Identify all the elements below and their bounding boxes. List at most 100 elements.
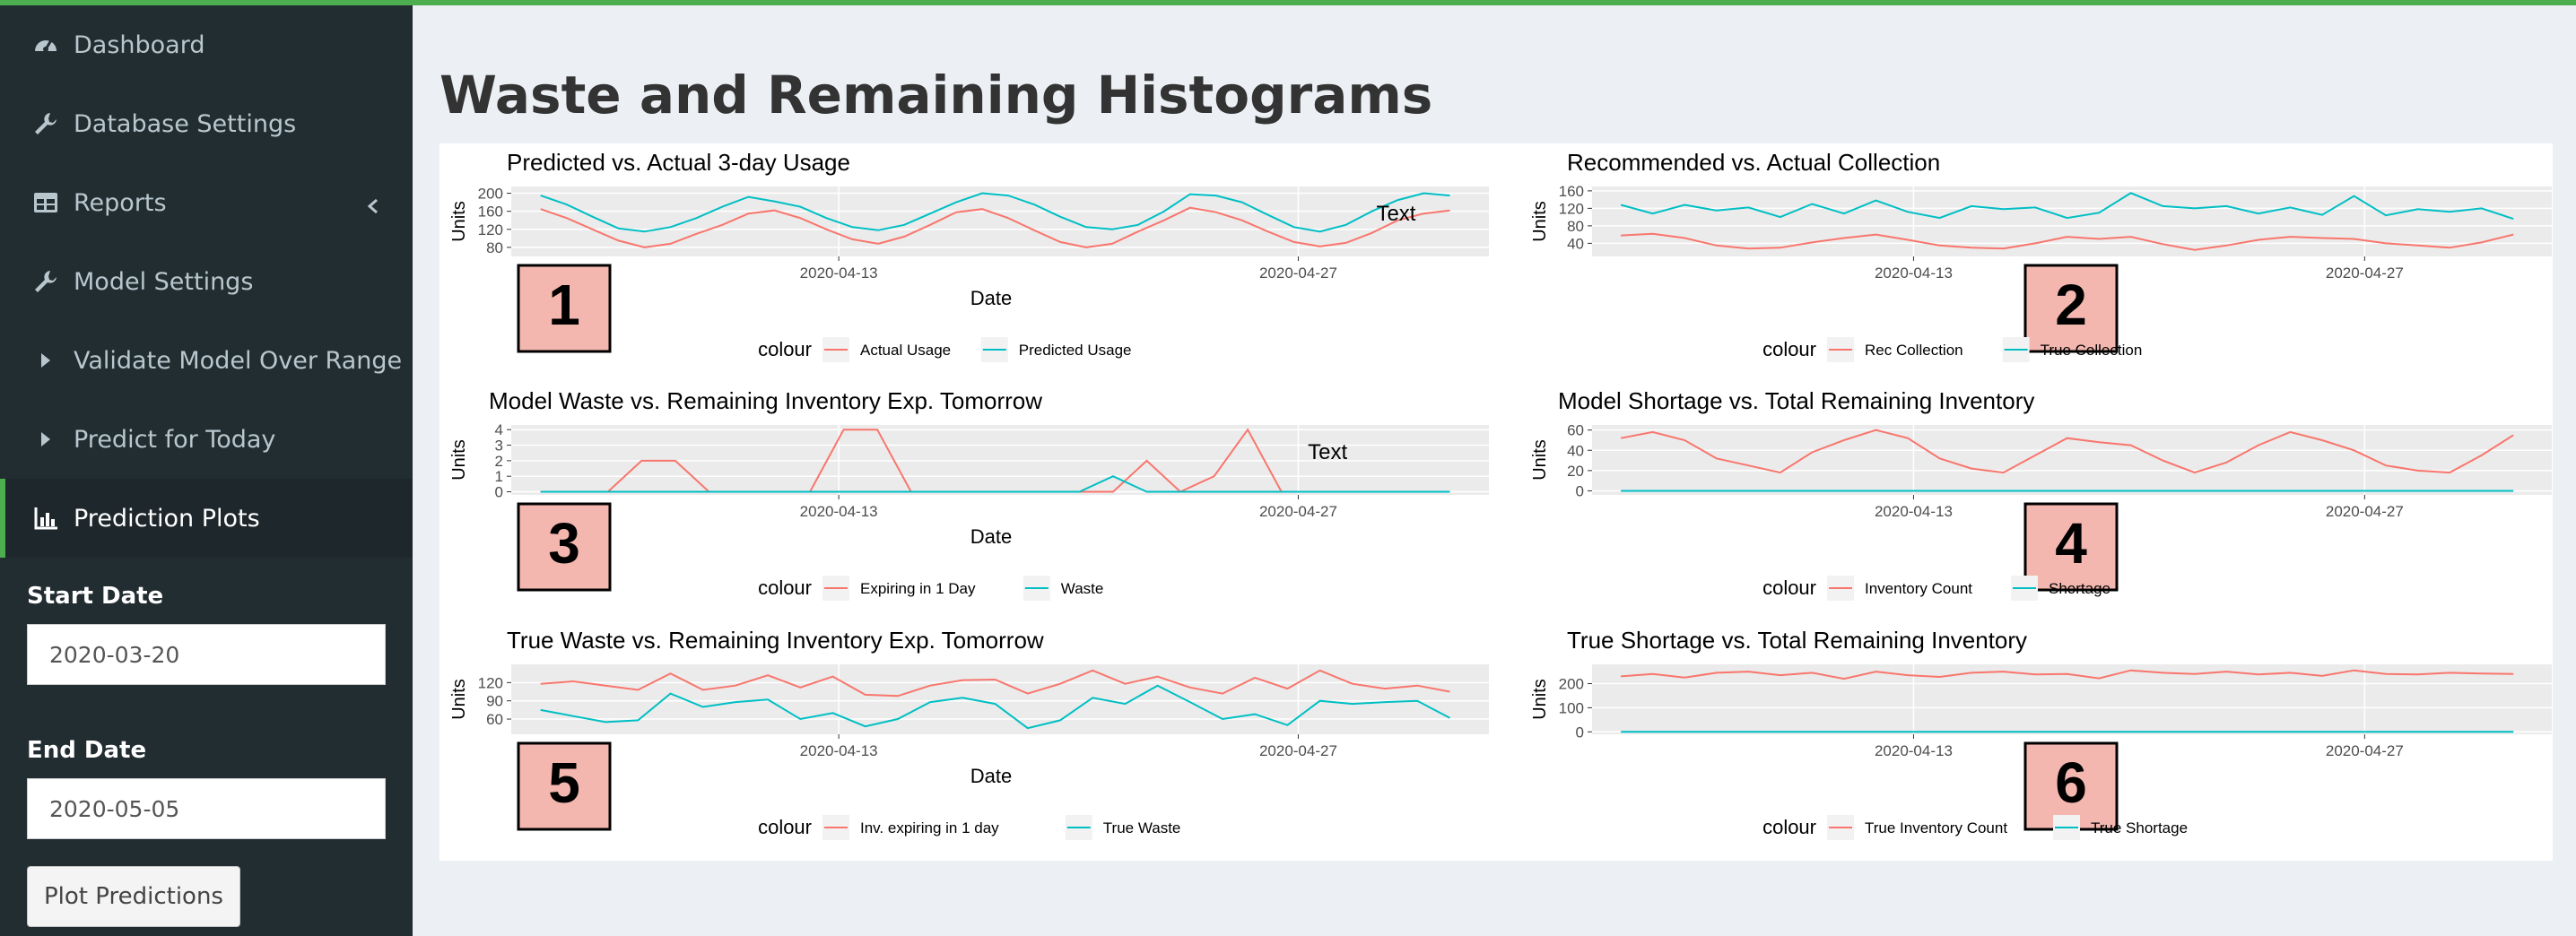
plots-canvas: Predicted vs. Actual 3-day Usage80120160…: [449, 149, 2552, 840]
sidebar-item-label: Prediction Plots: [74, 504, 260, 533]
tick-label-y: 60: [486, 711, 503, 728]
legend-title: colour: [758, 816, 812, 838]
sidebar-item-reports[interactable]: Reports: [0, 163, 413, 242]
tick-label-y: 0: [1576, 482, 1584, 499]
sidebar-item-label: Validate Model Over Range: [74, 346, 403, 375]
tick-label-y: 20: [1567, 463, 1584, 480]
wrench-icon: [30, 108, 61, 139]
tick-label-y: 80: [1567, 218, 1584, 235]
legend-title: colour: [758, 576, 812, 599]
tick-label-y: 120: [478, 674, 503, 691]
badge-number: 3: [548, 511, 580, 576]
axis-label-y: Units: [449, 679, 469, 720]
axis-label-x: Date: [970, 525, 1012, 548]
sidebar-item-label: Dashboard: [74, 30, 205, 59]
tick-label-x: 2020-04-27: [1259, 742, 1337, 759]
tick-label-y: 40: [1567, 442, 1584, 459]
legend-label-2: Shortage: [2049, 580, 2110, 597]
tick-label-y: 0: [1576, 724, 1584, 741]
chart-5: True Waste vs. Remaining Inventory Exp. …: [449, 627, 1489, 840]
tick-label-y: 80: [486, 239, 503, 256]
tick-label-x: 2020-04-13: [800, 503, 878, 520]
badge-number: 4: [2055, 511, 2087, 576]
tick-label-x: 2020-04-27: [1259, 264, 1337, 282]
chart-annotation: Text: [1376, 202, 1415, 226]
page-title: Waste and Remaining Histograms: [439, 65, 1433, 126]
dashboard-icon: [30, 30, 61, 60]
tick-label-x: 2020-04-27: [2326, 503, 2404, 520]
table-icon: [30, 187, 61, 218]
tick-label-y: 120: [1559, 200, 1584, 217]
axis-label-x: Date: [970, 287, 1012, 309]
chart-3: Model Waste vs. Remaining Inventory Exp.…: [449, 387, 1489, 601]
chart-title: True Waste vs. Remaining Inventory Exp. …: [507, 627, 1044, 654]
tick-label-y: 2: [495, 453, 503, 470]
caret-right-icon: [30, 424, 61, 455]
chart-title: Model Waste vs. Remaining Inventory Exp.…: [489, 387, 1042, 414]
legend-label-2: True Waste: [1103, 819, 1181, 836]
tick-label-y: 100: [1559, 699, 1584, 716]
caret-right-icon: [30, 345, 61, 376]
tick-label-y: 200: [478, 186, 503, 203]
chevron-left-icon: [364, 194, 382, 214]
sidebar-item-label: Model Settings: [74, 267, 254, 296]
legend-label-1: True Inventory Count: [1865, 819, 2007, 836]
badge-number: 1: [548, 273, 580, 337]
wrench-icon: [30, 266, 61, 297]
chart-title: True Shortage vs. Total Remaining Invent…: [1567, 627, 2027, 654]
sidebar-item-dashboard[interactable]: Dashboard: [0, 5, 413, 84]
chart-6: True Shortage vs. Total Remaining Invent…: [1530, 627, 2552, 840]
tick-label-y: 120: [478, 221, 503, 238]
axis-label-y: Units: [449, 201, 469, 242]
tick-label-y: 0: [495, 484, 503, 501]
tick-label-x: 2020-04-13: [1875, 264, 1953, 282]
legend-label-2: True Collection: [2041, 342, 2143, 359]
axis-label-y: Units: [1530, 201, 1550, 242]
plot-background: [511, 664, 1489, 734]
tick-label-y: 160: [478, 204, 503, 221]
legend-label-1: Rec Collection: [1865, 342, 1963, 359]
sidebar: Dashboard Database Settings Reports Mode…: [0, 5, 413, 936]
axis-label-y: Units: [1530, 679, 1550, 720]
chart-annotation: Text: [1308, 440, 1347, 464]
bar-chart-icon: [30, 503, 61, 533]
legend-label-1: Expiring in 1 Day: [860, 580, 976, 597]
plot-predictions-button[interactable]: Plot Predictions: [27, 866, 240, 927]
plots-panel: Predicted vs. Actual 3-day Usage 80 120 160…: [439, 143, 2553, 861]
sidebar-item-prediction-plots[interactable]: Prediction Plots: [0, 479, 413, 558]
chart-2: Recommended vs. Actual Collection 4080120…: [1530, 149, 2552, 362]
badge-number: 5: [548, 750, 580, 815]
sidebar-item-database-settings[interactable]: Database Settings: [0, 84, 413, 163]
legend-title: colour: [1762, 816, 1816, 838]
legend-title: colour: [758, 338, 812, 360]
sidebar-item-label: Reports: [74, 188, 167, 217]
tick-label-x: 2020-04-27: [2326, 742, 2404, 759]
tick-label-x: 2020-04-13: [800, 742, 878, 759]
chart-1: Predicted vs. Actual 3-day Usage 80120160…: [449, 149, 1489, 362]
tick-label-x: 2020-04-13: [1875, 742, 1953, 759]
sidebar-item-validate-model[interactable]: Validate Model Over Range: [0, 321, 413, 400]
chart-4: Model Shortage vs. Total Remaining Inven…: [1530, 387, 2552, 601]
tick-label-x: 2020-04-27: [2326, 264, 2404, 282]
badge-number: 2: [2055, 273, 2087, 337]
tick-label-y: 160: [1559, 183, 1584, 200]
tick-label-y: 200: [1559, 676, 1584, 693]
plot-background: [1592, 425, 2552, 495]
end-date-input[interactable]: [27, 778, 386, 839]
legend-label-2: Predicted Usage: [1019, 342, 1132, 359]
start-date-label: Start Date: [27, 583, 164, 610]
tick-label-y: 3: [495, 438, 503, 455]
sidebar-item-label: Database Settings: [74, 109, 297, 138]
badge-number: 6: [2055, 750, 2087, 815]
tick-label-y: 90: [486, 693, 503, 710]
sidebar-item-label: Predict for Today: [74, 425, 276, 454]
start-date-input[interactable]: [27, 624, 386, 685]
legend-label-2: Waste: [1061, 580, 1104, 597]
sidebar-item-model-settings[interactable]: Model Settings: [0, 242, 413, 321]
tick-label-x: 2020-04-27: [1259, 503, 1337, 520]
legend-label-1: Actual Usage: [860, 342, 951, 359]
axis-label-x: Date: [970, 765, 1012, 787]
sidebar-item-predict-today[interactable]: Predict for Today: [0, 400, 413, 479]
chart-title: Recommended vs. Actual Collection: [1567, 149, 1940, 176]
chart-title: Predicted vs. Actual 3-day Usage: [507, 149, 850, 176]
